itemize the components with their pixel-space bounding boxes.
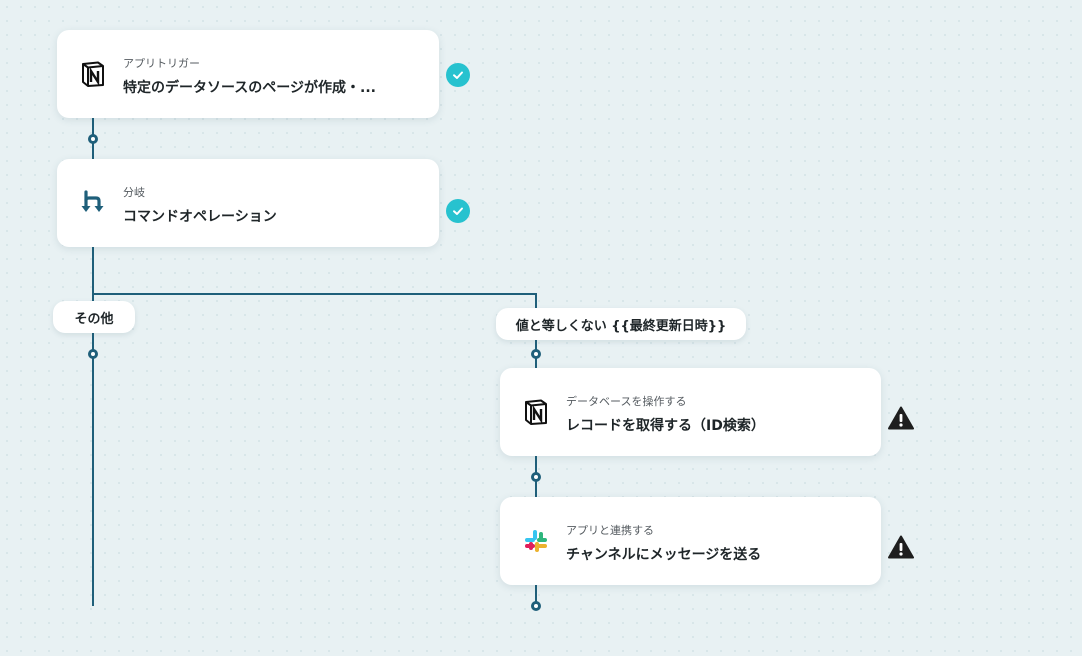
notion-step-title: レコードを取得する（ID検索） [566, 418, 765, 434]
branch-label-other[interactable]: その他 [53, 301, 135, 333]
warning-icon [888, 406, 914, 430]
add-step-node[interactable] [88, 134, 98, 144]
branch-label-condition[interactable]: 値と等しくない {{最終更新日時}} [496, 308, 746, 340]
slack-step-title: チャンネルにメッセージを送る [566, 547, 762, 563]
connector-line-horizontal [92, 293, 537, 295]
branch-title: コマンドオペレーション [123, 209, 277, 225]
add-step-node[interactable] [531, 349, 541, 359]
slack-icon [522, 527, 550, 555]
check-icon [446, 63, 470, 87]
slack-step-category: アプリと連携する [566, 524, 654, 537]
notion-icon [79, 60, 107, 88]
branch-icon [79, 189, 107, 217]
trigger-category: アプリトリガー [123, 57, 200, 70]
notion-step-card[interactable]: データベースを操作する レコードを取得する（ID検索） [500, 368, 881, 456]
trigger-title: 特定のデータソースのページが作成・... [123, 80, 376, 96]
add-step-node[interactable] [88, 349, 98, 359]
add-step-node[interactable] [531, 472, 541, 482]
check-icon [446, 199, 470, 223]
slack-step-card[interactable]: アプリと連携する チャンネルにメッセージを送る [500, 497, 881, 585]
branch-card[interactable]: 分岐 コマンドオペレーション [57, 159, 439, 247]
trigger-card[interactable]: アプリトリガー 特定のデータソースのページが作成・... [57, 30, 439, 118]
notion-icon [522, 398, 550, 426]
add-step-node[interactable] [531, 601, 541, 611]
warning-icon [888, 535, 914, 559]
notion-step-category: データベースを操作する [566, 395, 687, 408]
branch-category: 分岐 [123, 186, 145, 199]
